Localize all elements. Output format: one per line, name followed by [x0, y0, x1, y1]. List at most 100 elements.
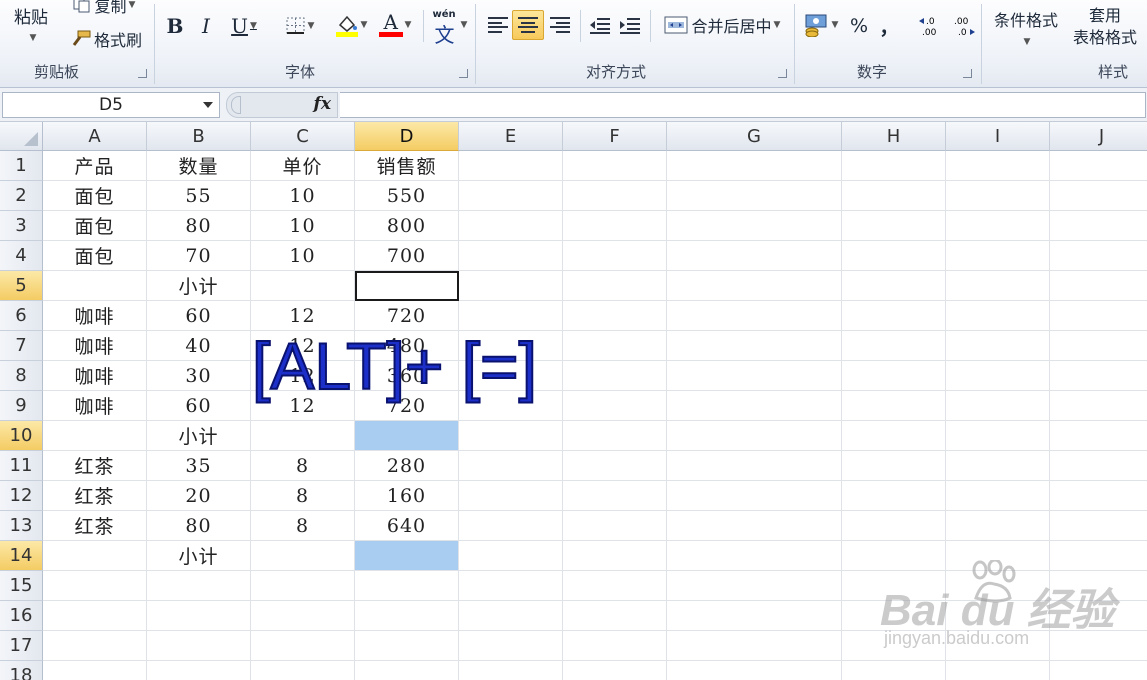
cell-f12[interactable]	[563, 481, 667, 511]
cell-f14[interactable]	[563, 541, 667, 571]
cell-g10[interactable]	[667, 421, 842, 451]
cell-f4[interactable]	[563, 241, 667, 271]
cell-i9[interactable]	[946, 391, 1050, 421]
format-as-table-button[interactable]: 套用 表格格式	[1062, 2, 1147, 52]
cell-b4[interactable]: 70	[147, 241, 251, 271]
cell-g11[interactable]	[667, 451, 842, 481]
cell-f17[interactable]	[563, 631, 667, 661]
formula-input[interactable]	[340, 92, 1146, 118]
cell-g5[interactable]	[667, 271, 842, 301]
row-header-15[interactable]: 15	[0, 571, 43, 601]
cell-i6[interactable]	[946, 301, 1050, 331]
column-header-b[interactable]: B	[147, 122, 251, 151]
cell-i18[interactable]	[946, 661, 1050, 680]
cell-e6[interactable]	[459, 301, 563, 331]
cell-g15[interactable]	[667, 571, 842, 601]
cell-a15[interactable]	[43, 571, 147, 601]
cell-d17[interactable]	[355, 631, 459, 661]
cell-h7[interactable]	[842, 331, 946, 361]
align-left-button[interactable]	[482, 10, 514, 40]
cell-a14[interactable]	[43, 541, 147, 571]
row-header-14[interactable]: 14	[0, 541, 43, 571]
cell-e12[interactable]	[459, 481, 563, 511]
decrease-decimal-button[interactable]: .00.0	[949, 12, 977, 40]
cell-j12[interactable]	[1050, 481, 1147, 511]
cell-f7[interactable]	[563, 331, 667, 361]
cell-b17[interactable]	[147, 631, 251, 661]
cell-j13[interactable]	[1050, 511, 1147, 541]
cell-f8[interactable]	[563, 361, 667, 391]
cell-b15[interactable]	[147, 571, 251, 601]
cell-e13[interactable]	[459, 511, 563, 541]
cell-j3[interactable]	[1050, 211, 1147, 241]
cell-e14[interactable]	[459, 541, 563, 571]
cell-f10[interactable]	[563, 421, 667, 451]
alignment-launcher-icon[interactable]	[778, 69, 787, 78]
border-button[interactable]: ▼	[279, 12, 321, 40]
cell-g4[interactable]	[667, 241, 842, 271]
cell-c17[interactable]	[251, 631, 355, 661]
row-header-2[interactable]: 2	[0, 181, 43, 211]
cell-a4[interactable]: 面包	[43, 241, 147, 271]
cell-e17[interactable]	[459, 631, 563, 661]
cell-a2[interactable]: 面包	[43, 181, 147, 211]
cell-h4[interactable]	[842, 241, 946, 271]
column-header-e[interactable]: E	[459, 122, 563, 151]
cell-a17[interactable]	[43, 631, 147, 661]
row-header-4[interactable]: 4	[0, 241, 43, 271]
cell-f11[interactable]	[563, 451, 667, 481]
align-right-button[interactable]	[544, 10, 576, 40]
row-header-17[interactable]: 17	[0, 631, 43, 661]
cell-j8[interactable]	[1050, 361, 1147, 391]
insert-function-button[interactable]: fx	[314, 94, 331, 114]
cell-a16[interactable]	[43, 601, 147, 631]
row-header-3[interactable]: 3	[0, 211, 43, 241]
cell-h18[interactable]	[842, 661, 946, 680]
cell-j11[interactable]	[1050, 451, 1147, 481]
cell-e3[interactable]	[459, 211, 563, 241]
row-header-9[interactable]: 9	[0, 391, 43, 421]
cell-f13[interactable]	[563, 511, 667, 541]
cell-f2[interactable]	[563, 181, 667, 211]
cell-h8[interactable]	[842, 361, 946, 391]
cell-h5[interactable]	[842, 271, 946, 301]
conditional-format-button[interactable]: 条件格式 ▼	[986, 2, 1066, 52]
cell-d1[interactable]: 销售额	[355, 151, 459, 181]
cell-a13[interactable]: 红茶	[43, 511, 147, 541]
cell-f6[interactable]	[563, 301, 667, 331]
cell-h11[interactable]	[842, 451, 946, 481]
cell-j6[interactable]	[1050, 301, 1147, 331]
cell-j4[interactable]	[1050, 241, 1147, 271]
cell-i10[interactable]	[946, 421, 1050, 451]
cell-g14[interactable]	[667, 541, 842, 571]
cell-g18[interactable]	[667, 661, 842, 680]
cell-e2[interactable]	[459, 181, 563, 211]
cell-i1[interactable]	[946, 151, 1050, 181]
cell-h2[interactable]	[842, 181, 946, 211]
cell-e18[interactable]	[459, 661, 563, 680]
cell-c13[interactable]: 8	[251, 511, 355, 541]
cell-b16[interactable]	[147, 601, 251, 631]
clipboard-launcher-icon[interactable]	[138, 69, 147, 78]
cell-c4[interactable]: 10	[251, 241, 355, 271]
cell-j18[interactable]	[1050, 661, 1147, 680]
cell-b11[interactable]: 35	[147, 451, 251, 481]
cell-i12[interactable]	[946, 481, 1050, 511]
cell-d13[interactable]: 640	[355, 511, 459, 541]
cell-j5[interactable]	[1050, 271, 1147, 301]
cell-c1[interactable]: 单价	[251, 151, 355, 181]
cell-h9[interactable]	[842, 391, 946, 421]
cell-e1[interactable]	[459, 151, 563, 181]
cell-c15[interactable]	[251, 571, 355, 601]
cell-c6[interactable]: 12	[251, 301, 355, 331]
cell-g9[interactable]	[667, 391, 842, 421]
cell-h6[interactable]	[842, 301, 946, 331]
row-header-5[interactable]: 5	[0, 271, 43, 301]
row-header-13[interactable]: 13	[0, 511, 43, 541]
cell-c3[interactable]: 10	[251, 211, 355, 241]
cell-e15[interactable]	[459, 571, 563, 601]
cell-g7[interactable]	[667, 331, 842, 361]
cell-g1[interactable]	[667, 151, 842, 181]
font-launcher-icon[interactable]	[459, 69, 468, 78]
cell-d3[interactable]: 800	[355, 211, 459, 241]
